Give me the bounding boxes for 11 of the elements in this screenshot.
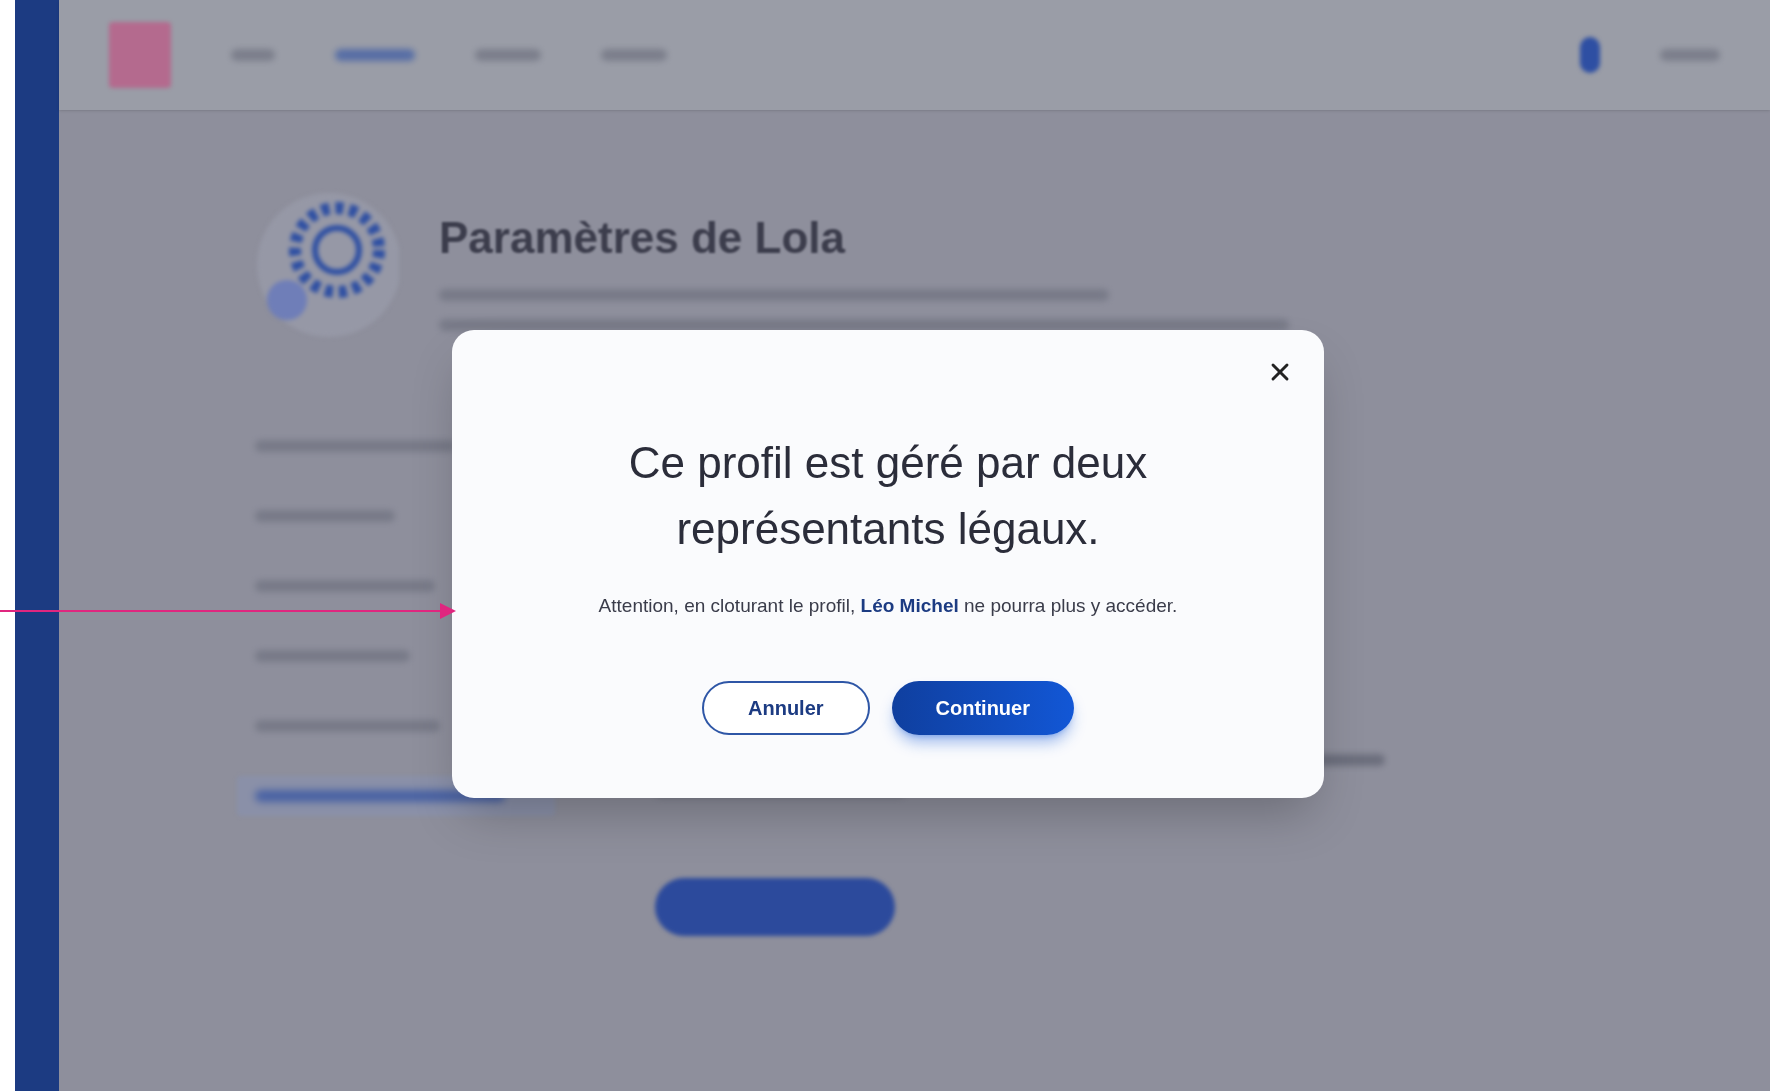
dialog-message: Attention, en cloturant le profil, Léo Michel ne pourra plus y accéder.	[598, 594, 1178, 618]
cancel-button[interactable]: Annuler	[702, 680, 870, 735]
blurred-text-bar	[601, 49, 667, 61]
logo-icon	[109, 22, 171, 88]
blurred-text-bar	[475, 49, 541, 61]
blurred-text-bar	[231, 49, 275, 61]
page-title: Paramètres de Lola	[439, 212, 847, 264]
dialog-title: Ce profil est géré par deux représentants légaux.	[627, 437, 1149, 555]
blurred-text-bar	[1660, 49, 1720, 61]
user-icon	[1580, 37, 1600, 73]
continue-button[interactable]: Continuer	[891, 680, 1074, 735]
